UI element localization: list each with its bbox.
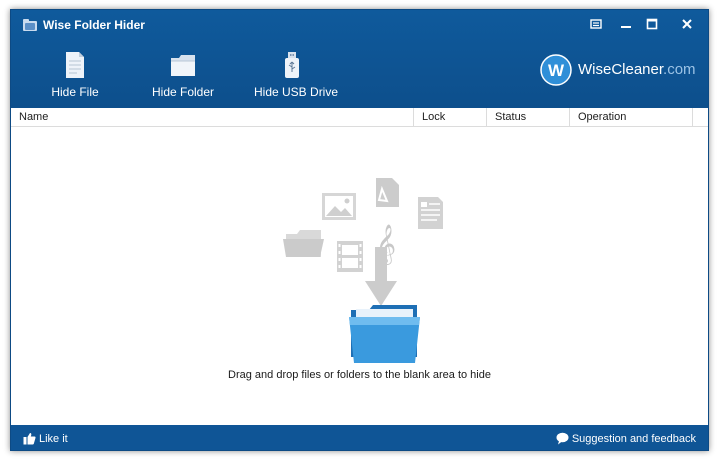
app-window: Wise Folder Hider Hide File Hide Folder … — [10, 9, 709, 451]
hide-file-label: Hide File — [51, 85, 99, 99]
status-bar: Like it Suggestion and feedback — [11, 425, 708, 450]
folder-icon — [171, 55, 195, 76]
file-icon — [66, 52, 84, 78]
app-folder-icon — [23, 19, 37, 31]
hide-folder-button[interactable]: Hide Folder — [150, 50, 216, 102]
suggestion-feedback-label: Suggestion and feedback — [571, 433, 696, 445]
hide-folder-label: Hide Folder — [151, 85, 215, 99]
minimize-icon — [621, 26, 631, 28]
hide-usb-label: Hide USB Drive — [254, 85, 339, 99]
column-lock[interactable]: Lock — [414, 108, 487, 127]
drop-hint-text: Drag and drop files or folders to the bl… — [228, 369, 491, 381]
drop-area[interactable]: 𝄞 Drag and drop files or folders to the … — [11, 127, 708, 425]
suggestion-feedback-link[interactable]: Suggestion and feedback — [556, 432, 696, 446]
brand-domain-text: .com — [663, 61, 696, 78]
image-file-icon — [322, 193, 356, 220]
drag-drop-illustration: 𝄞 — [283, 178, 443, 363]
title-bar[interactable]: Wise Folder Hider — [11, 10, 708, 38]
hide-usb-button[interactable]: Hide USB Drive — [254, 50, 339, 102]
close-button[interactable] — [676, 15, 698, 33]
usb-drive-icon — [285, 52, 299, 78]
folder-file-icon — [283, 230, 324, 257]
wisecleaner-logo-icon: W — [540, 54, 572, 86]
pdf-file-icon — [376, 178, 399, 207]
brand-name-text: WiseCleaner — [578, 61, 664, 78]
video-file-icon — [337, 241, 363, 272]
file-list-header: Name Lock Status Operation — [11, 108, 708, 127]
maximize-icon — [646, 18, 658, 30]
column-operation[interactable]: Operation — [570, 108, 693, 127]
header: Wise Folder Hider Hide File Hide Folder … — [11, 10, 708, 108]
svg-text:W: W — [548, 61, 565, 80]
menu-button[interactable] — [585, 15, 607, 33]
column-status[interactable]: Status — [487, 108, 570, 127]
menu-icon — [590, 19, 602, 29]
document-file-icon — [418, 197, 443, 229]
brand-name: WiseCleaner.com — [578, 61, 696, 79]
hide-file-button[interactable]: Hide File — [49, 50, 101, 102]
close-icon — [682, 19, 692, 29]
speech-bubble-icon — [556, 432, 569, 445]
blue-folder-icon — [349, 305, 420, 363]
column-name[interactable]: Name — [11, 108, 414, 127]
like-it-button[interactable]: Like it — [23, 432, 68, 446]
minimize-button[interactable] — [615, 15, 637, 33]
thumbs-up-icon — [23, 433, 36, 445]
window-title: Wise Folder Hider — [43, 18, 145, 32]
maximize-button[interactable] — [641, 15, 663, 33]
like-it-label: Like it — [39, 433, 68, 445]
